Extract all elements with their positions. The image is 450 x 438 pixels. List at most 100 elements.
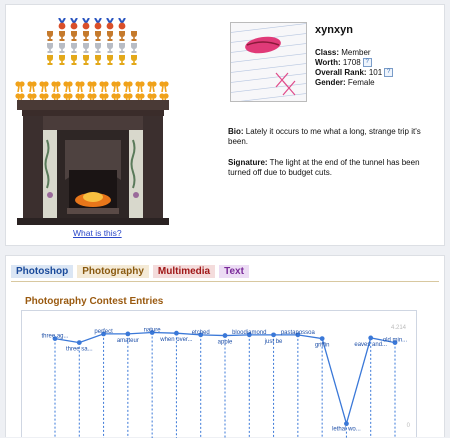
tab-divider [11, 281, 439, 282]
ribbon-trophy-icon [135, 81, 145, 92]
silver-trophy-icon [95, 43, 101, 53]
category-tabs: Photoshop Photography Multimedia Text [11, 265, 249, 278]
silver-trophy-icon [119, 43, 125, 53]
username: xynxyn [315, 24, 353, 36]
tab-photography[interactable]: Photography [77, 265, 149, 278]
bronze-trophy-icon [71, 31, 77, 41]
gold-trophy-icon [83, 55, 89, 65]
what-is-this-link[interactable]: What is this? [73, 228, 122, 238]
bronze-trophy-icon [107, 31, 113, 41]
gold-trophy-icon [71, 55, 77, 65]
medal-trophy-icon [58, 18, 66, 30]
rank-label: Overall Rank: [315, 68, 367, 77]
section-title: Photography Contest Entries [25, 296, 164, 307]
trophy-row [57, 18, 127, 30]
data-label: pastapossoa [281, 330, 316, 336]
bio: Bio: Lately it occurs to me what a long,… [228, 127, 433, 147]
data-point [125, 331, 131, 337]
gold-trophy-icon [95, 55, 101, 65]
ribbon-trophy-icon [15, 81, 25, 92]
data-label: etched [192, 330, 210, 336]
medal-trophy-icon [70, 18, 78, 30]
data-label: apple [218, 340, 233, 346]
worth-label: Worth: [315, 58, 341, 67]
bronze-trophy-icon [119, 31, 125, 41]
data-point [344, 421, 349, 427]
silver-trophy-icon [47, 43, 53, 53]
gold-trophy-icon [107, 55, 113, 65]
contest-chart: 4.214 0 three ag... three sa... perfect amate… [21, 310, 417, 438]
ribbon-trophy-icon [99, 81, 109, 92]
data-point [222, 333, 228, 338]
silver-trophy-icon [83, 43, 89, 53]
ribbon-trophy-icon [75, 81, 85, 92]
rank-value: 101 [368, 68, 383, 77]
medal-trophy-icon [94, 18, 102, 30]
silver-trophy-icon [131, 43, 137, 53]
worth-help-icon[interactable]: ? [362, 58, 372, 68]
rank-help-icon[interactable]: ? [384, 68, 394, 78]
gold-trophy-icon [131, 55, 137, 65]
trophy-row [45, 30, 139, 42]
ribbon-trophy-icon [39, 81, 49, 92]
data-label: bloodiamond [232, 330, 266, 336]
data-label: nature [144, 327, 162, 333]
bio-label: Bio: [228, 127, 244, 136]
silver-trophy-icon [71, 43, 77, 53]
gold-trophy-icon [59, 55, 65, 65]
y-axis-top-label: 4.214 [391, 325, 407, 331]
ribbon-trophy-icon [63, 81, 73, 92]
bio-text: Lately it occurs to me what a long, stra… [228, 127, 421, 146]
bronze-trophy-icon [95, 31, 101, 41]
ribbon-trophy-icon [27, 81, 37, 92]
series-line [54, 331, 396, 427]
bronze-trophy-icon [47, 31, 53, 41]
data-label: old min... [383, 338, 408, 344]
class-value: Member [341, 48, 371, 57]
fireplace-image [17, 100, 169, 225]
tab-photoshop[interactable]: Photoshop [11, 265, 74, 278]
worth-value: 1708 [342, 58, 361, 67]
gold-trophy-icon [119, 55, 125, 65]
data-point [271, 332, 276, 338]
data-label: perfect [94, 329, 113, 335]
tab-text[interactable]: Text [219, 265, 249, 278]
gender-value: Female [347, 78, 375, 87]
trophy-row [15, 80, 169, 92]
data-point [174, 330, 179, 336]
data-label: three ag... [41, 334, 68, 340]
bronze-trophy-icon [59, 31, 65, 41]
medal-trophy-icon [82, 18, 90, 30]
gender-label: Gender: [315, 78, 346, 87]
data-label: just be [264, 339, 283, 345]
data-point [368, 335, 374, 341]
trophy-row [45, 54, 139, 66]
tab-multimedia[interactable]: Multimedia [152, 265, 216, 278]
bronze-trophy-icon [83, 31, 89, 41]
data-label: griffin [315, 343, 330, 349]
data-point [319, 336, 325, 342]
contest-chart-svg: 4.214 0 three ag... three sa... perfect amate… [41, 325, 411, 438]
ribbon-trophy-icon [123, 81, 133, 92]
signature: Signature: The light at the end of the t… [228, 158, 433, 178]
avatar [230, 22, 307, 102]
data-label: amateur [117, 338, 139, 344]
ribbon-trophy-icon [111, 81, 121, 92]
data-label: lethal wo... [332, 427, 361, 433]
ribbon-trophy-icon [147, 81, 157, 92]
trophy-row [45, 42, 139, 54]
silver-trophy-icon [59, 43, 65, 53]
medal-trophy-icon [106, 18, 114, 30]
data-label: three sa... [66, 347, 93, 353]
y-axis-bottom-label: 0 [407, 423, 411, 429]
gold-trophy-icon [47, 55, 53, 65]
signature-label: Signature: [228, 158, 268, 167]
data-point [76, 340, 82, 345]
silver-trophy-icon [107, 43, 113, 53]
ribbon-trophy-icon [87, 81, 97, 92]
data-label: when over... [159, 337, 193, 343]
class-label: Class: [315, 48, 340, 57]
ribbon-trophy-icon [159, 81, 169, 92]
bronze-trophy-icon [131, 31, 137, 41]
medal-trophy-icon [118, 18, 126, 30]
